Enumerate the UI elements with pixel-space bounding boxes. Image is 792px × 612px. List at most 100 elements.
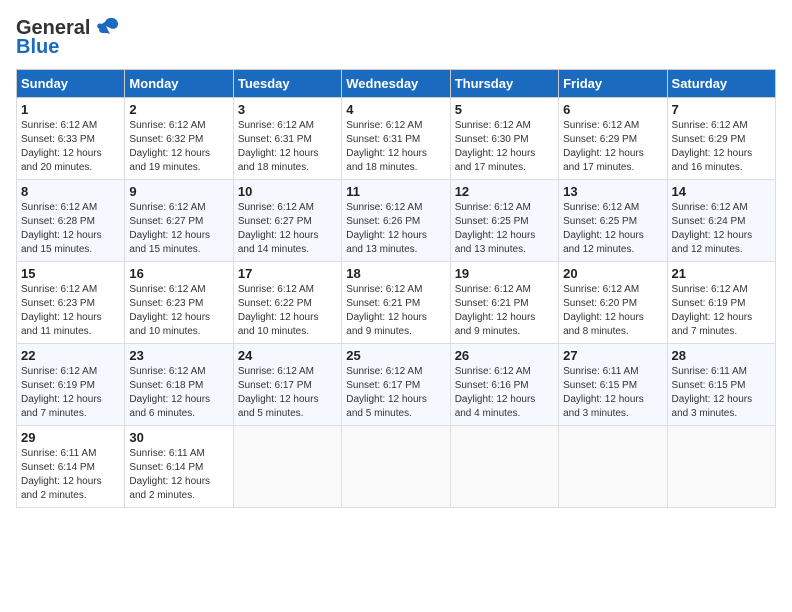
week-row-3: 15 Sunrise: 6:12 AMSunset: 6:23 PMDayligh… — [17, 262, 776, 344]
calendar-cell: 18 Sunrise: 6:12 AMSunset: 6:21 PMDayligh… — [342, 262, 450, 344]
day-details: Sunrise: 6:12 AMSunset: 6:18 PMDaylight:… — [129, 366, 210, 419]
calendar-cell — [450, 426, 558, 508]
column-header-wednesday: Wednesday — [342, 70, 450, 98]
day-details: Sunrise: 6:12 AMSunset: 6:29 PMDaylight:… — [563, 120, 644, 173]
calendar-table: SundayMondayTuesdayWednesdayThursdayFrid… — [16, 69, 776, 508]
logo-bird-icon — [92, 16, 120, 40]
calendar-cell: 21 Sunrise: 6:12 AMSunset: 6:19 PMDayligh… — [667, 262, 775, 344]
day-number: 14 — [672, 184, 771, 199]
calendar-cell: 26Sunrise: 6:12 AMSunset: 6:16 PMDayligh… — [450, 344, 558, 426]
calendar-cell: 16 Sunrise: 6:12 AMSunset: 6:23 PMDayligh… — [125, 262, 233, 344]
calendar-cell: 15 Sunrise: 6:12 AMSunset: 6:23 PMDayligh… — [17, 262, 125, 344]
week-row-2: 8 Sunrise: 6:12 AMSunset: 6:28 PMDaylight… — [17, 180, 776, 262]
day-details: Sunrise: 6:12 AMSunset: 6:17 PMDaylight:… — [238, 366, 319, 419]
calendar-cell: 6 Sunrise: 6:12 AMSunset: 6:29 PMDaylight… — [559, 98, 667, 180]
column-header-sunday: Sunday — [17, 70, 125, 98]
calendar-cell: 27Sunrise: 6:11 AMSunset: 6:15 PMDayligh… — [559, 344, 667, 426]
day-number: 23 — [129, 348, 228, 363]
day-number: 9 — [129, 184, 228, 199]
day-details: Sunrise: 6:12 AMSunset: 6:21 PMDaylight:… — [346, 284, 427, 337]
calendar-cell: 28 Sunrise: 6:11 AMSunset: 6:15 PMDayligh… — [667, 344, 775, 426]
day-details: Sunrise: 6:12 AMSunset: 6:22 PMDaylight:… — [238, 284, 319, 337]
day-details: Sunrise: 6:12 AMSunset: 6:25 PMDaylight:… — [455, 202, 536, 255]
calendar-cell: 2 Sunrise: 6:12 AMSunset: 6:32 PMDaylight… — [125, 98, 233, 180]
day-number: 7 — [672, 102, 771, 117]
day-number: 24 — [238, 348, 337, 363]
day-details: Sunrise: 6:12 AMSunset: 6:27 PMDaylight:… — [129, 202, 210, 255]
day-details: Sunrise: 6:12 AMSunset: 6:23 PMDaylight:… — [21, 284, 102, 337]
day-number: 21 — [672, 266, 771, 281]
calendar-cell: 1 Sunrise: 6:12 AMSunset: 6:33 PMDaylight… — [17, 98, 125, 180]
day-number: 2 — [129, 102, 228, 117]
day-details: Sunrise: 6:12 AMSunset: 6:23 PMDaylight:… — [129, 284, 210, 337]
day-number: 22 — [21, 348, 120, 363]
day-details: Sunrise: 6:11 AMSunset: 6:14 PMDaylight:… — [21, 448, 102, 501]
calendar-cell: 12 Sunrise: 6:12 AMSunset: 6:25 PMDayligh… — [450, 180, 558, 262]
column-header-saturday: Saturday — [667, 70, 775, 98]
calendar-cell: 10 Sunrise: 6:12 AMSunset: 6:27 PMDayligh… — [233, 180, 341, 262]
calendar-cell — [559, 426, 667, 508]
calendar-cell: 19 Sunrise: 6:12 AMSunset: 6:21 PMDayligh… — [450, 262, 558, 344]
calendar-cell — [233, 426, 341, 508]
day-number: 11 — [346, 184, 445, 199]
calendar-cell: 17Sunrise: 6:12 AMSunset: 6:22 PMDayligh… — [233, 262, 341, 344]
calendar-cell: 24 Sunrise: 6:12 AMSunset: 6:17 PMDayligh… — [233, 344, 341, 426]
day-number: 16 — [129, 266, 228, 281]
day-details: Sunrise: 6:12 AMSunset: 6:17 PMDaylight:… — [346, 366, 427, 419]
day-details: Sunrise: 6:12 AMSunset: 6:32 PMDaylight:… — [129, 120, 210, 173]
day-number: 20 — [563, 266, 662, 281]
day-number: 5 — [455, 102, 554, 117]
calendar-cell — [667, 426, 775, 508]
day-number: 12 — [455, 184, 554, 199]
day-details: Sunrise: 6:12 AMSunset: 6:19 PMDaylight:… — [672, 284, 753, 337]
day-details: Sunrise: 6:12 AMSunset: 6:28 PMDaylight:… — [21, 202, 102, 255]
day-number: 29 — [21, 430, 120, 445]
day-number: 4 — [346, 102, 445, 117]
week-row-1: 1 Sunrise: 6:12 AMSunset: 6:33 PMDaylight… — [17, 98, 776, 180]
calendar-cell: 22 Sunrise: 6:12 AMSunset: 6:19 PMDayligh… — [17, 344, 125, 426]
calendar-header-row: SundayMondayTuesdayWednesdayThursdayFrid… — [17, 70, 776, 98]
day-number: 8 — [21, 184, 120, 199]
day-details: Sunrise: 6:12 AMSunset: 6:25 PMDaylight:… — [563, 202, 644, 255]
day-details: Sunrise: 6:12 AMSunset: 6:29 PMDaylight:… — [672, 120, 753, 173]
day-number: 1 — [21, 102, 120, 117]
calendar-cell: 8 Sunrise: 6:12 AMSunset: 6:28 PMDaylight… — [17, 180, 125, 262]
column-header-thursday: Thursday — [450, 70, 558, 98]
day-number: 15 — [21, 266, 120, 281]
day-details: Sunrise: 6:12 AMSunset: 6:24 PMDaylight:… — [672, 202, 753, 255]
day-number: 30 — [129, 430, 228, 445]
day-details: Sunrise: 6:12 AMSunset: 6:31 PMDaylight:… — [238, 120, 319, 173]
week-row-5: 29 Sunrise: 6:11 AMSunset: 6:14 PMDayligh… — [17, 426, 776, 508]
day-number: 3 — [238, 102, 337, 117]
day-details: Sunrise: 6:11 AMSunset: 6:15 PMDaylight:… — [672, 366, 753, 419]
day-details: Sunrise: 6:12 AMSunset: 6:19 PMDaylight:… — [21, 366, 102, 419]
calendar-cell: 7 Sunrise: 6:12 AMSunset: 6:29 PMDaylight… — [667, 98, 775, 180]
calendar-cell — [342, 426, 450, 508]
calendar-cell: 5 Sunrise: 6:12 AMSunset: 6:30 PMDaylight… — [450, 98, 558, 180]
logo: General Blue — [16, 16, 120, 59]
day-details: Sunrise: 6:12 AMSunset: 6:21 PMDaylight:… — [455, 284, 536, 337]
column-header-monday: Monday — [125, 70, 233, 98]
calendar-cell: 29 Sunrise: 6:11 AMSunset: 6:14 PMDayligh… — [17, 426, 125, 508]
calendar-cell: 30 Sunrise: 6:11 AMSunset: 6:14 PMDayligh… — [125, 426, 233, 508]
logo-blue-text: Blue — [16, 36, 59, 59]
week-row-4: 22 Sunrise: 6:12 AMSunset: 6:19 PMDayligh… — [17, 344, 776, 426]
day-details: Sunrise: 6:11 AMSunset: 6:14 PMDaylight:… — [129, 448, 210, 501]
day-number: 28 — [672, 348, 771, 363]
day-details: Sunrise: 6:12 AMSunset: 6:27 PMDaylight:… — [238, 202, 319, 255]
header: General Blue — [16, 16, 776, 59]
day-details: Sunrise: 6:12 AMSunset: 6:33 PMDaylight:… — [21, 120, 102, 173]
day-number: 18 — [346, 266, 445, 281]
day-number: 10 — [238, 184, 337, 199]
calendar-cell: 14 Sunrise: 6:12 AMSunset: 6:24 PMDayligh… — [667, 180, 775, 262]
day-details: Sunrise: 6:12 AMSunset: 6:30 PMDaylight:… — [455, 120, 536, 173]
day-details: Sunrise: 6:12 AMSunset: 6:16 PMDaylight:… — [455, 366, 536, 419]
calendar-cell: 20Sunrise: 6:12 AMSunset: 6:20 PMDayligh… — [559, 262, 667, 344]
day-number: 6 — [563, 102, 662, 117]
calendar-cell: 25Sunrise: 6:12 AMSunset: 6:17 PMDayligh… — [342, 344, 450, 426]
column-header-friday: Friday — [559, 70, 667, 98]
day-details: Sunrise: 6:11 AMSunset: 6:15 PMDaylight:… — [563, 366, 644, 419]
calendar-cell: 11Sunrise: 6:12 AMSunset: 6:26 PMDayligh… — [342, 180, 450, 262]
day-details: Sunrise: 6:12 AMSunset: 6:31 PMDaylight:… — [346, 120, 427, 173]
day-number: 19 — [455, 266, 554, 281]
